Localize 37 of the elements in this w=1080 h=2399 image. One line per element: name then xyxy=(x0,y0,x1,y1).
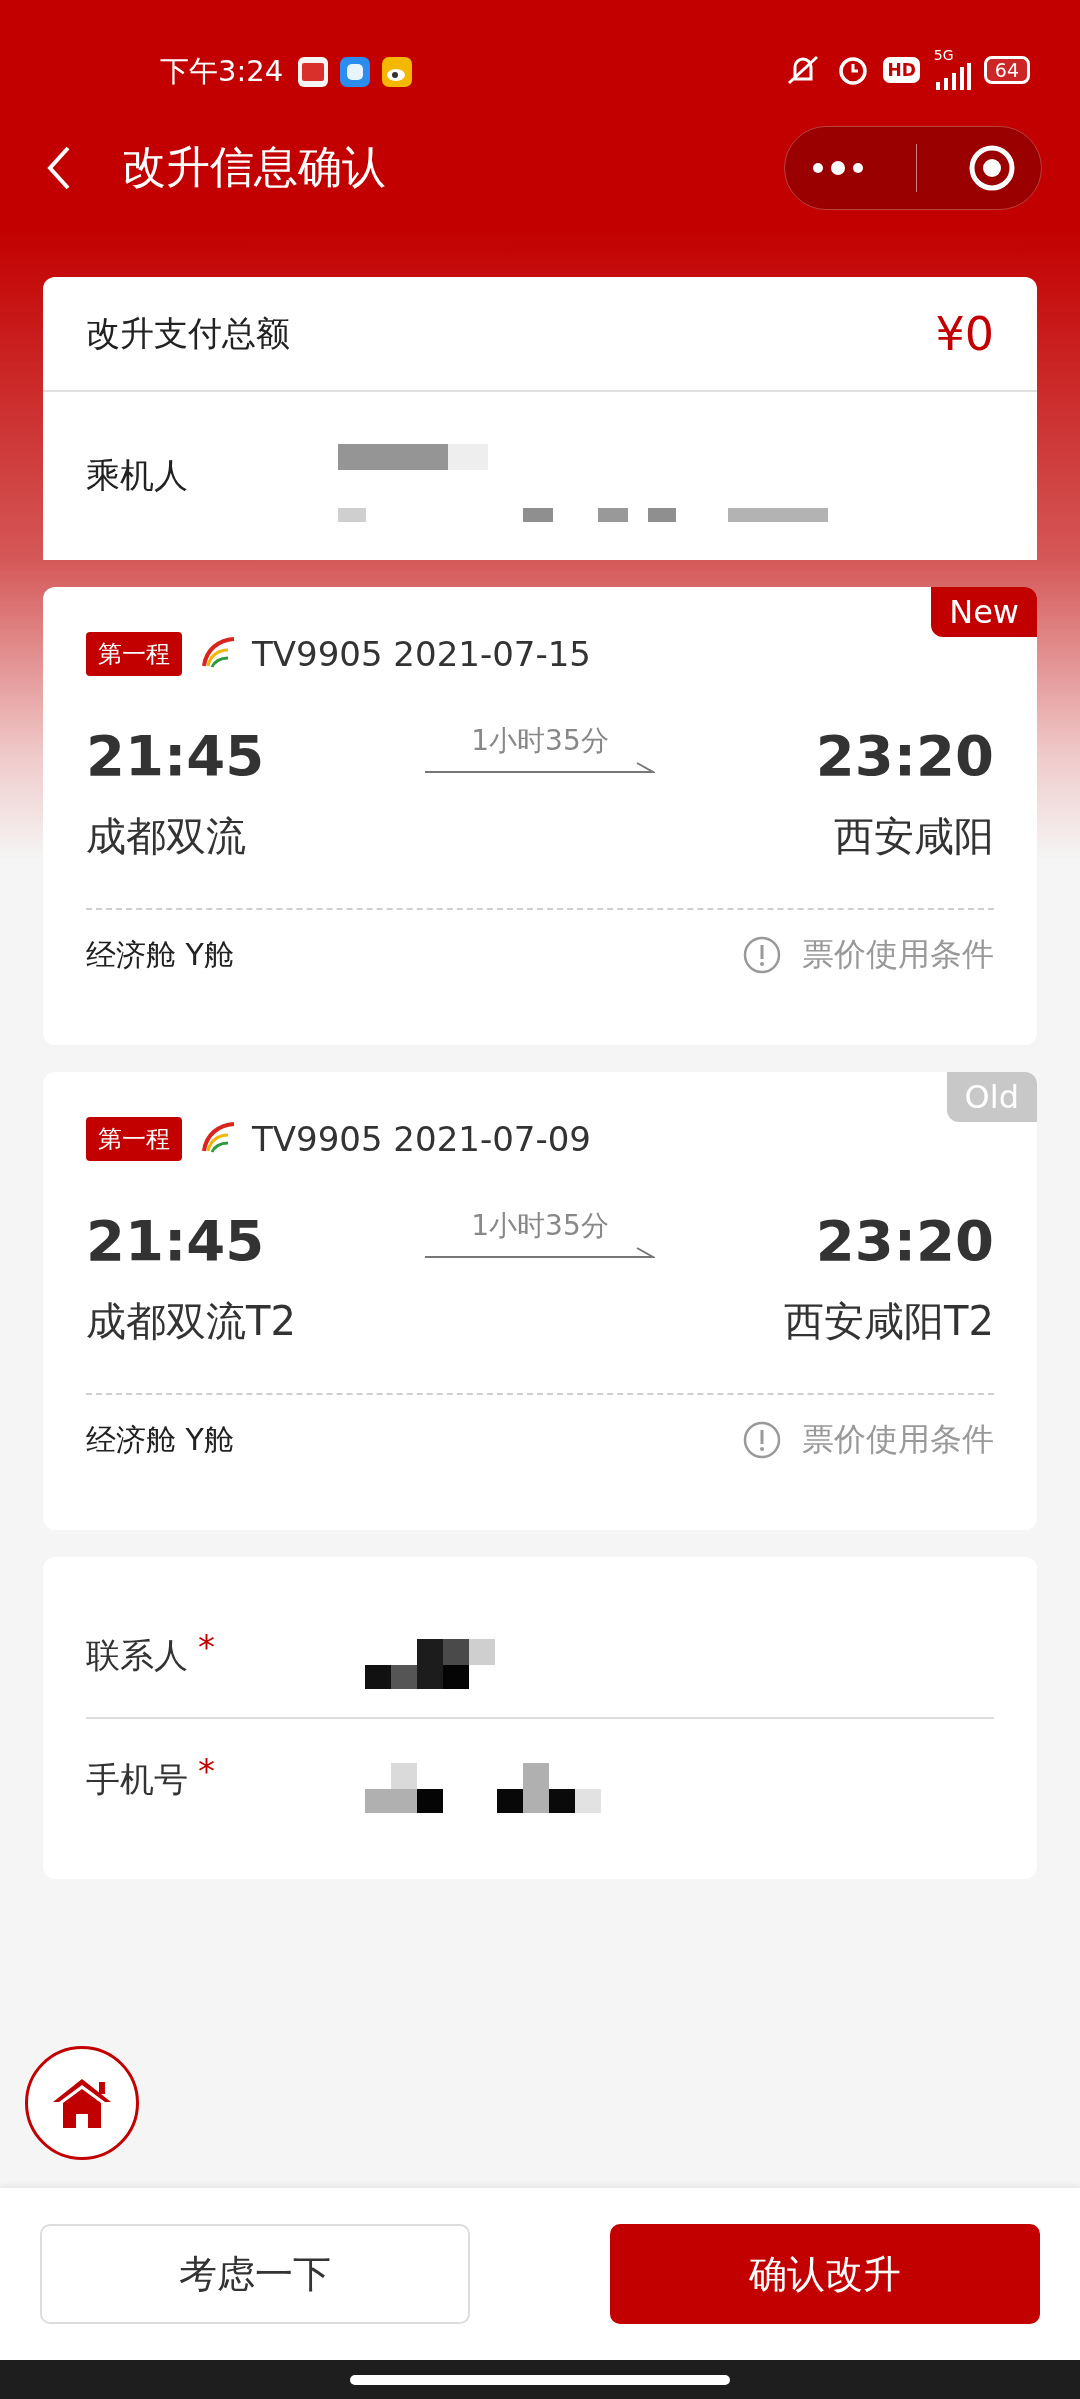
signal-indicator: 5G xyxy=(931,48,972,92)
payment-label: 改升支付总额 xyxy=(86,311,290,355)
info-icon[interactable] xyxy=(742,1420,782,1460)
home-icon xyxy=(51,2076,113,2130)
departure-time: 21:45 xyxy=(86,1207,265,1273)
info-icon[interactable] xyxy=(742,935,782,975)
page-title: 改升信息确认 xyxy=(122,140,386,194)
battery-indicator: 64 xyxy=(983,56,1030,84)
home-indicator[interactable] xyxy=(350,2374,730,2385)
departure-time: 21:45 xyxy=(86,722,265,788)
status-time: 下午3:24 xyxy=(160,53,284,90)
flight-info: TV9905 2021-07-09 xyxy=(252,1119,591,1159)
flight-duration: 1小时35分 xyxy=(471,1208,609,1244)
field-label: 联系人 xyxy=(86,1634,188,1677)
payment-amount: ¥0 xyxy=(935,306,994,361)
action-button[interactable]: 确认改升 xyxy=(610,2224,1040,2324)
app-icon xyxy=(339,56,372,88)
cabin-class: 经济舱 Y舱 xyxy=(86,1420,234,1459)
close-icon[interactable] xyxy=(967,143,1016,192)
flight-duration: 1小时35分 xyxy=(471,723,609,759)
departure-airport: 成都双流T2 xyxy=(86,1297,296,1346)
arrival-airport: 西安咸阳T2 xyxy=(784,1297,994,1346)
arrival-airport: 西安咸阳 xyxy=(834,812,994,861)
cabin-class: 经济舱 Y舱 xyxy=(86,935,234,974)
required-mark: * xyxy=(198,1627,215,1667)
departure-airport: 成都双流 xyxy=(86,812,246,861)
required-mark: * xyxy=(198,1751,215,1791)
passenger-label: 乘机人 xyxy=(86,454,188,497)
segment-badge: 第一程 xyxy=(86,1117,182,1161)
field-label: 手机号 xyxy=(86,1758,188,1801)
action-button[interactable]: 考虑一下 xyxy=(40,2224,470,2324)
arrival-time: 23:20 xyxy=(815,722,994,788)
hd-indicator: HD xyxy=(883,57,920,83)
arrival-time: 23:20 xyxy=(815,1207,994,1273)
flight-info: TV9905 2021-07-15 xyxy=(252,634,591,674)
flight-tag: New xyxy=(931,587,1037,637)
segment-badge: 第一程 xyxy=(86,632,182,676)
